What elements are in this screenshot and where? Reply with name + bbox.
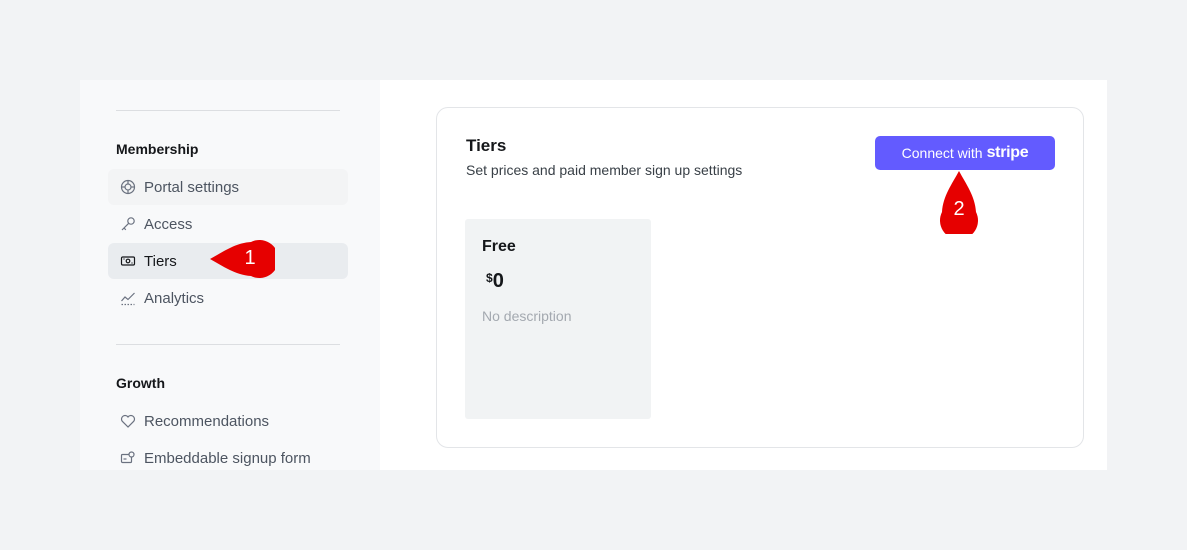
tiers-subtitle: Set prices and paid member sign up setti… [466, 162, 743, 178]
membership-section-title: Membership [116, 141, 199, 157]
sidebar-item-recommendations[interactable]: Recommendations [108, 403, 348, 439]
sidebar-item-embeddable-signup-form[interactable]: Embeddable signup form [108, 440, 348, 470]
sidebar-item-label: Access [144, 215, 193, 233]
sidebar-item-analytics[interactable]: Analytics [108, 280, 348, 316]
analytics-icon [120, 290, 136, 306]
sidebar-divider [116, 110, 340, 111]
connect-with-stripe-button[interactable]: Connect with stripe [875, 136, 1055, 170]
growth-section-title: Growth [116, 375, 165, 391]
portal-icon [120, 179, 136, 195]
tiers-title: Tiers [466, 136, 507, 155]
tier-description: No description [482, 308, 572, 324]
tier-price: $0 [486, 270, 504, 293]
callout-marker-2: 2 [938, 170, 980, 240]
tiers-panel: Tiers Set prices and paid member sign up… [436, 107, 1084, 448]
callout-number: 1 [244, 247, 256, 269]
stripe-button-prefix: Connect with [901, 145, 983, 161]
signup-form-icon [120, 450, 136, 466]
stripe-logo: stripe [986, 144, 1029, 161]
key-icon [120, 216, 136, 232]
tiers-icon [120, 253, 136, 269]
sidebar-item-label: Analytics [144, 289, 205, 307]
sidebar-item-label: Tiers [144, 252, 177, 270]
sidebar-item-portal-settings[interactable]: Portal settings [108, 169, 348, 205]
tier-name: Free [482, 238, 516, 255]
heart-icon [120, 413, 136, 429]
callout-marker-1: 1 [209, 238, 279, 280]
tier-currency: $ [486, 271, 493, 285]
sidebar-item-label: Embeddable signup form [144, 449, 311, 467]
sidebar-item-label: Portal settings [144, 178, 240, 196]
tier-card-free[interactable]: Free $0 No description [465, 219, 651, 419]
sidebar-item-label: Recommendations [144, 412, 270, 430]
tier-amount: 0 [492, 270, 504, 292]
sidebar-item-access[interactable]: Access [108, 206, 348, 242]
callout-number: 2 [953, 198, 965, 220]
sidebar-divider [116, 344, 340, 345]
